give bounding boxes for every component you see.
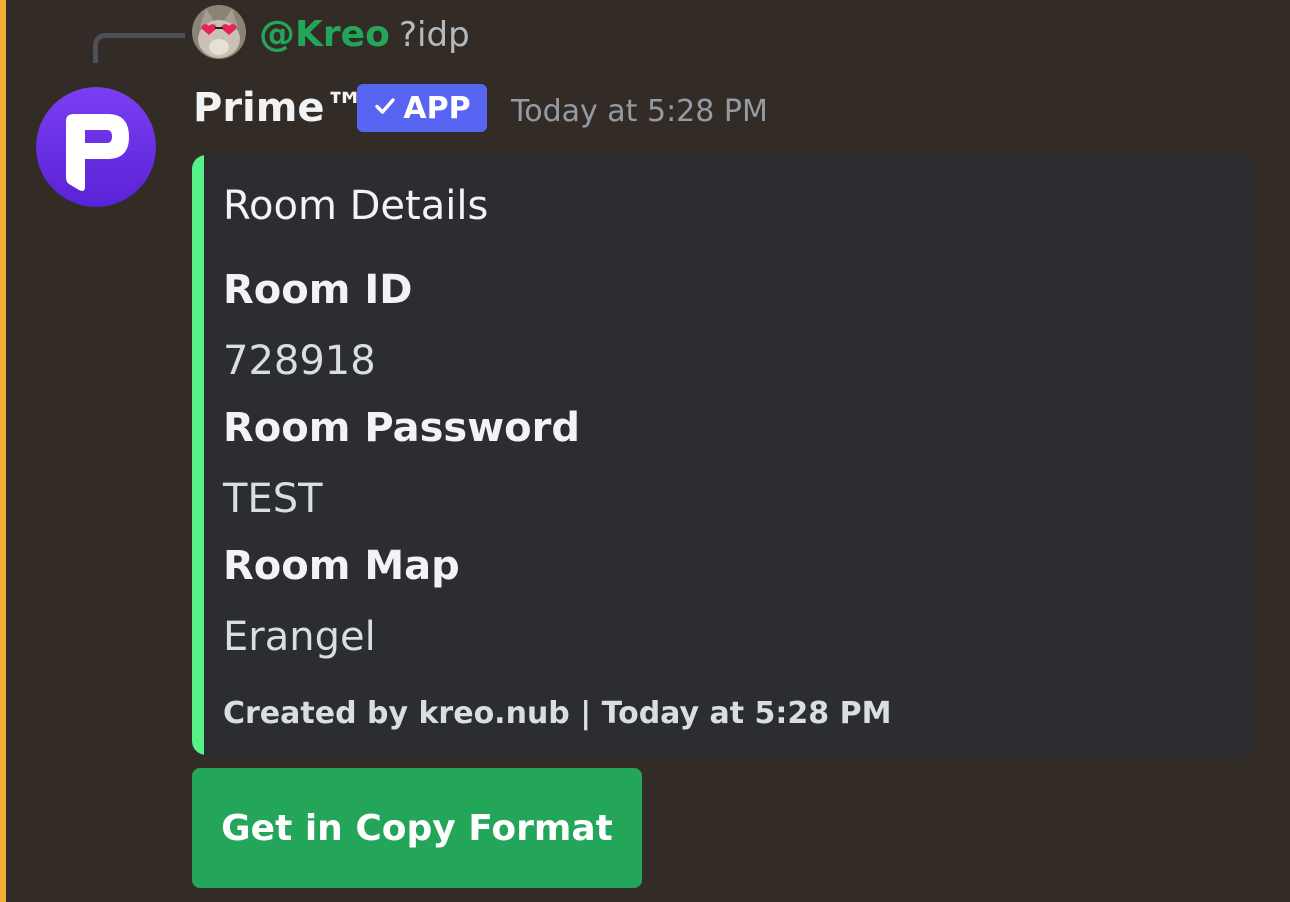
prime-logo-icon xyxy=(36,87,156,207)
embed-accent-bar xyxy=(192,155,204,755)
get-in-copy-format-button[interactable]: Get in Copy Format xyxy=(192,768,642,888)
embed-title: Room Details xyxy=(223,183,489,229)
message-timestamp[interactable]: Today at 5:28 PM xyxy=(511,88,768,136)
embed-field-name: Room ID xyxy=(223,267,413,313)
message-author-name[interactable]: Prime™ xyxy=(193,82,365,134)
reply-author-avatar[interactable] xyxy=(192,5,246,59)
embed-card: Room Details Room ID 728918 Room Passwor… xyxy=(192,155,1254,755)
bot-avatar[interactable] xyxy=(36,87,156,207)
cat-avatar-icon xyxy=(192,5,246,59)
checkmark-icon xyxy=(373,94,397,123)
reply-message-preview[interactable]: ?idp xyxy=(399,10,470,60)
embed-field-name: Room Map xyxy=(223,543,460,589)
app-badge: APP xyxy=(357,84,487,132)
embed-field-value: 728918 xyxy=(223,338,376,384)
mention-highlight-bar xyxy=(0,0,6,902)
reply-author-name[interactable]: @Kreo xyxy=(259,10,390,60)
embed-field-value: Erangel xyxy=(223,614,376,660)
embed-footer: Created by kreo.nub | Today at 5:28 PM xyxy=(223,696,892,731)
embed-field-name: Room Password xyxy=(223,405,581,451)
embed-field-value: TEST xyxy=(223,476,323,522)
reply-spine xyxy=(93,33,185,63)
app-badge-label: APP xyxy=(403,90,471,126)
